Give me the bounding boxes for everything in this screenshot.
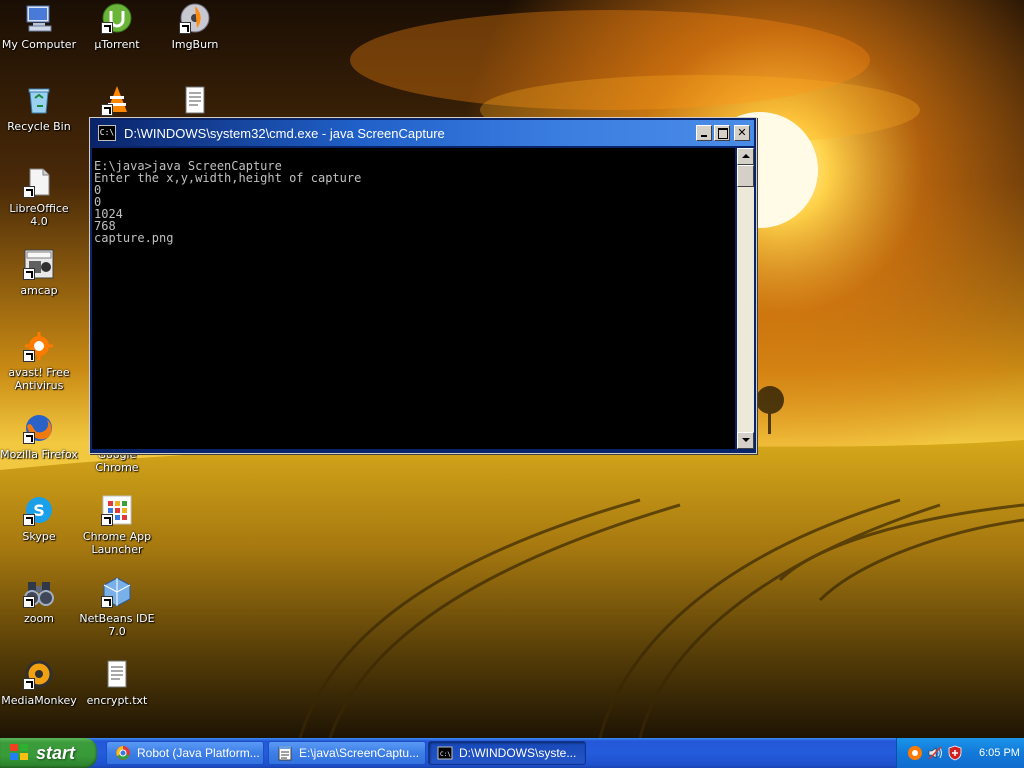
notepad-icon [278,746,292,761]
desktop-icon-zoom[interactable]: zoom [0,576,78,625]
shortcut-arrow-icon [101,596,113,608]
taskbar-item-cmd[interactable]: C:\ D:\WINDOWS\syste... [428,741,586,765]
desktop-icon-libreoffice[interactable]: LibreOffice 4.0 [0,166,78,228]
shortcut-arrow-icon [101,104,113,116]
scrollbar-thumb[interactable] [737,165,754,187]
cmd-window[interactable]: C:\ D:\WINDOWS\system32\cmd.exe - java S… [89,117,757,454]
shortcut-arrow-icon [23,514,35,526]
console-line: 0 [94,183,102,197]
system-tray: 6:05 PM [896,738,1024,768]
shortcut-arrow-icon [101,22,113,34]
my-computer-icon [26,5,52,32]
close-icon: ✕ [737,126,747,139]
desktop-icon-my-computer[interactable]: My Computer [0,2,78,51]
close-button[interactable]: ✕ [734,125,750,141]
console-line: Enter the x,y,width,height of capture [94,171,362,185]
desktop-icon-skype[interactable]: S Skype [0,494,78,543]
start-button[interactable]: start [0,738,97,768]
scroll-up-button[interactable] [737,148,754,165]
desktop-icon-chrome-app-launcher[interactable]: Chrome App Launcher [78,494,156,556]
desktop-icon-amcap[interactable]: amcap [0,248,78,297]
windows-flag-icon [10,744,30,762]
minimize-icon [701,135,707,137]
console-line: 0 [94,195,102,209]
shortcut-arrow-icon [101,514,113,526]
taskbar-item-robot[interactable]: Robot (Java Platform... [106,741,264,765]
shortcut-arrow-icon [23,596,35,608]
desktop-icon-recycle-bin[interactable]: Recycle Bin [0,84,78,133]
vertical-scrollbar[interactable] [737,148,754,449]
text-file-icon [185,86,205,114]
cmd-icon: C:\ [437,746,453,760]
svg-text:C:\: C:\ [440,751,451,758]
shortcut-arrow-icon [23,186,35,198]
window-title: D:\WINDOWS\system32\cmd.exe - java Scree… [124,125,445,141]
clock[interactable]: 6:05 PM [979,747,1020,759]
cmd-icon[interactable]: C:\ [98,125,116,141]
recycle-bin-icon [28,88,50,114]
minimize-button[interactable] [696,125,712,141]
desktop-icon-imgburn[interactable]: ImgBurn [156,2,234,51]
taskbar: start Robot (Java Platform... E:\java\Sc… [0,738,1024,768]
chrome-icon [116,746,130,760]
arrow-down-icon [742,438,750,442]
shortcut-arrow-icon [23,678,35,690]
console-output[interactable]: E:\java>java ScreenCapture Enter the x,y… [92,148,735,449]
text-file-icon [107,660,127,688]
start-label: start [36,742,76,763]
volume-icon[interactable] [927,745,943,761]
desktop-icon-encrypt-txt[interactable]: encrypt.txt [78,658,156,707]
cmd-titlebar[interactable]: C:\ D:\WINDOWS\system32\cmd.exe - java S… [92,120,754,146]
desktop-icon-utorrent[interactable]: µTorrent [78,2,156,51]
arrow-up-icon [742,154,750,158]
shortcut-arrow-icon [179,22,191,34]
console-line: 768 [94,219,116,233]
desktop-icon-avast[interactable]: avast! Free Antivirus [0,330,78,392]
avast-tray-icon[interactable] [907,745,923,761]
desktop-icon-netbeans[interactable]: NetBeans IDE 7.0 [78,576,156,638]
desktop-icon-vlc[interactable] [78,84,156,120]
security-shield-icon[interactable] [947,745,963,761]
desktop-icon-mediamonkey[interactable]: MediaMonkey [0,658,78,707]
scroll-down-button[interactable] [737,432,754,449]
shortcut-arrow-icon [23,432,35,444]
maximize-button[interactable] [714,125,730,141]
console-line: capture.png [94,231,174,245]
desktop-icon-text-file[interactable] [156,84,234,120]
taskbar-item-notepad[interactable]: E:\java\ScreenCaptu... [268,741,426,765]
maximize-icon [718,128,728,139]
console-line: 1024 [94,207,123,221]
desktop-icon-firefox[interactable]: Mozilla Firefox [0,412,78,461]
shortcut-arrow-icon [23,268,35,280]
shortcut-arrow-icon [23,350,35,362]
